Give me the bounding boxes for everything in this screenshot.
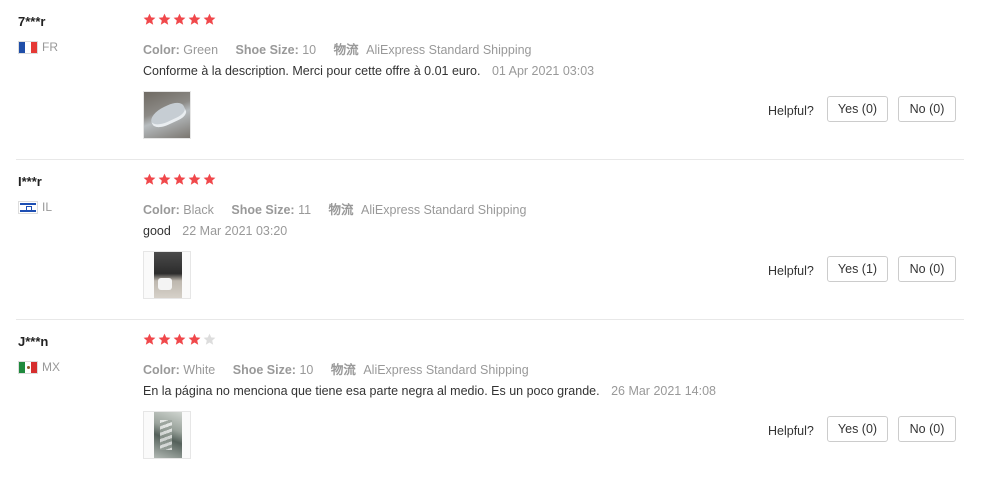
review-attributes: Color: White Shoe Size: 10 物流 AliExpress… (143, 359, 529, 378)
color-label: Color: (143, 43, 180, 57)
review-attributes: Color: Black Shoe Size: 11 物流 AliExpress… (143, 199, 526, 218)
reviewer-country: IL (18, 200, 52, 214)
star-filled-icon (158, 333, 171, 346)
star-filled-icon (143, 13, 156, 26)
review-attributes: Color: Green Shoe Size: 10 物流 AliExpress… (143, 39, 532, 58)
review-text: En la página no menciona que tiene esa p… (143, 384, 600, 398)
star-filled-icon (158, 13, 171, 26)
color-label: Color: (143, 363, 180, 377)
star-filled-icon (173, 333, 186, 346)
star-filled-icon (188, 333, 201, 346)
star-filled-icon (203, 173, 216, 186)
country-code: FR (42, 40, 58, 54)
review-date: 01 Apr 2021 03:03 (491, 64, 595, 78)
size-label: Shoe Size: (235, 43, 299, 57)
shipping-label: 物流 (330, 363, 356, 377)
star-filled-icon (173, 173, 186, 186)
shipping-label: 物流 (328, 203, 354, 217)
country-code: MX (42, 360, 60, 374)
helpful-no-button[interactable]: No (0) (898, 256, 956, 282)
star-filled-icon (188, 173, 201, 186)
size-value: 10 (302, 43, 317, 57)
review-text-row: Conforme à la description. Merci pour ce… (143, 64, 594, 78)
review-text: good (143, 224, 171, 238)
helpful-yes-button[interactable]: Yes (0) (827, 96, 888, 122)
star-filled-icon (143, 173, 156, 186)
review-item: 7***r FR Color: Green Shoe Size: 10 物流 A… (0, 0, 964, 160)
color-label: Color: (143, 203, 180, 217)
size-label: Shoe Size: (231, 203, 295, 217)
color-value: White (183, 363, 216, 377)
color-value: Black (183, 203, 214, 217)
review-date: 26 Mar 2021 14:08 (611, 384, 717, 398)
star-filled-icon (173, 13, 186, 26)
helpful-label: Helpful? (768, 264, 814, 278)
review-photo[interactable] (143, 91, 191, 139)
helpful-label: Helpful? (768, 104, 814, 118)
star-rating (143, 173, 218, 186)
star-filled-icon (188, 13, 201, 26)
shipping-value: AliExpress Standard Shipping (366, 43, 532, 57)
review-text-row: good 22 Mar 2021 03:20 (143, 224, 287, 238)
review-photo[interactable] (143, 411, 191, 459)
review-photo[interactable] (143, 251, 191, 299)
shipping-value: AliExpress Standard Shipping (363, 363, 529, 377)
helpful-yes-button[interactable]: Yes (1) (827, 256, 888, 282)
size-value: 10 (299, 363, 314, 377)
reviewer-name: I***r (18, 174, 42, 189)
review-date: 22 Mar 2021 03:20 (182, 224, 288, 238)
shipping-label: 物流 (333, 43, 359, 57)
mexico-flag-icon (18, 360, 38, 374)
reviewer-country: MX (18, 360, 60, 374)
reviewer-name: 7***r (18, 14, 46, 29)
review-text: Conforme à la description. Merci pour ce… (143, 64, 481, 78)
star-filled-icon (203, 13, 216, 26)
star-empty-icon (203, 333, 216, 346)
helpful-yes-button[interactable]: Yes (0) (827, 416, 888, 442)
star-filled-icon (143, 333, 156, 346)
star-filled-icon (158, 173, 171, 186)
review-item: J***n MX Color: White Shoe Size: 10 物流 A… (0, 320, 964, 480)
country-code: IL (42, 200, 53, 214)
helpful-no-button[interactable]: No (0) (898, 96, 956, 122)
helpful-label: Helpful? (768, 424, 814, 438)
shipping-value: AliExpress Standard Shipping (361, 203, 527, 217)
review-item: I***r IL Color: Black Shoe Size: 11 物流 A… (0, 160, 964, 320)
israel-flag-icon (18, 200, 38, 214)
france-flag-icon (18, 40, 38, 54)
color-value: Green (183, 43, 219, 57)
reviewer-country: FR (18, 40, 58, 54)
reviewer-name: J***n (18, 334, 49, 349)
size-value: 11 (298, 203, 312, 217)
star-rating (143, 333, 218, 346)
star-rating (143, 13, 218, 26)
review-text-row: En la página no menciona que tiene esa p… (143, 384, 716, 398)
size-label: Shoe Size: (232, 363, 296, 377)
helpful-no-button[interactable]: No (0) (898, 416, 956, 442)
